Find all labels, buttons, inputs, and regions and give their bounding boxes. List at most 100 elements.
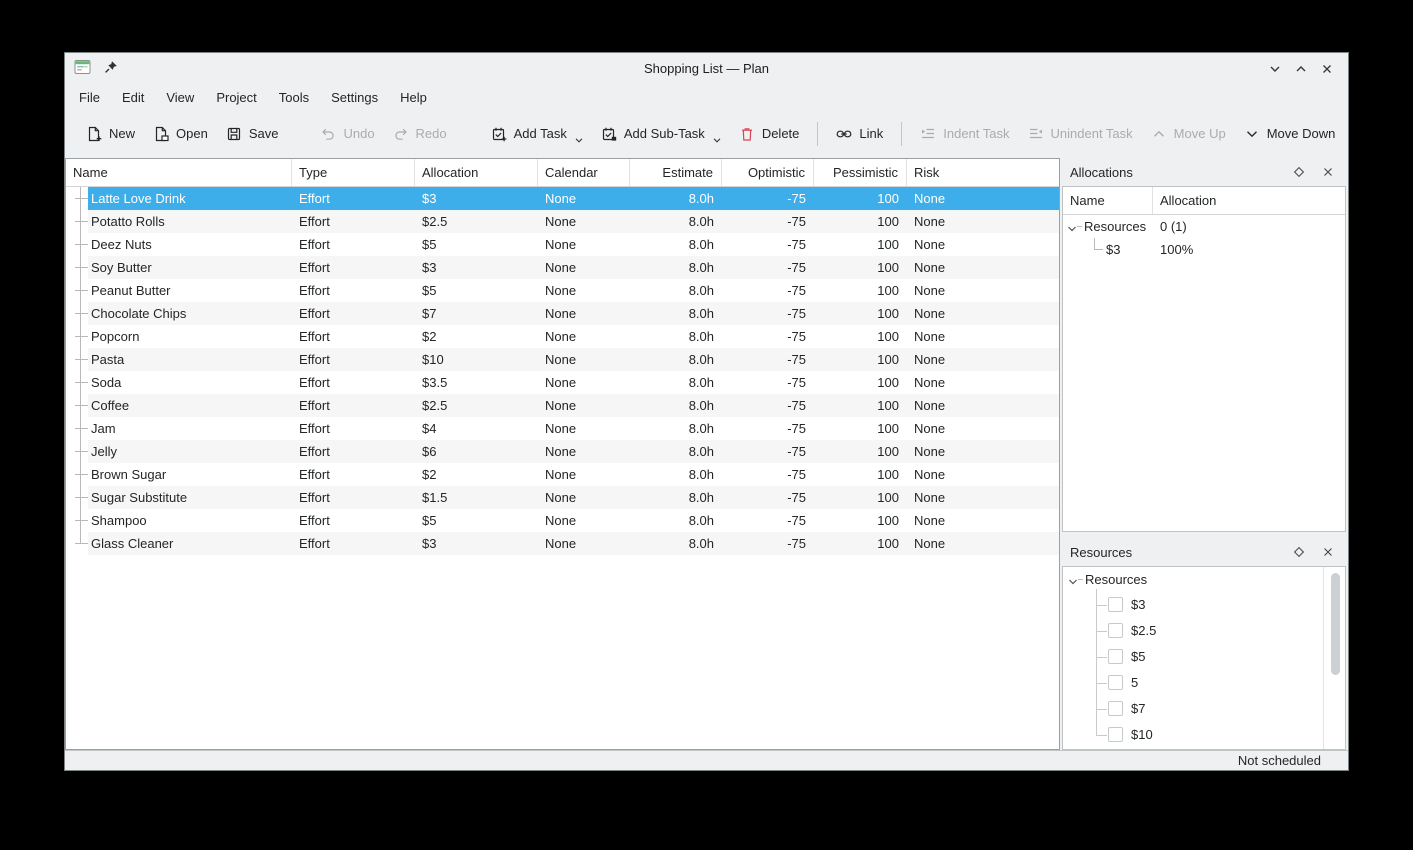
toolbar-button-add-task[interactable]: Add Task xyxy=(482,118,592,150)
task-row[interactable]: Deez NutsEffort$5None8.0h-75100None xyxy=(66,233,1059,256)
task-row[interactable]: Glass CleanerEffort$3None8.0h-75100None xyxy=(66,532,1059,555)
resources-root-row[interactable]: Resources xyxy=(1063,567,1345,592)
resource-item[interactable]: $10 xyxy=(1063,722,1345,748)
cell-name: Chocolate Chips xyxy=(66,302,292,325)
menu-help[interactable]: Help xyxy=(389,85,438,110)
menu-project[interactable]: Project xyxy=(205,85,267,110)
save-icon xyxy=(226,126,242,142)
resource-checkbox[interactable] xyxy=(1108,727,1123,742)
cell-type: Effort xyxy=(292,509,415,532)
menu-view[interactable]: View xyxy=(155,85,205,110)
statusbar: Not scheduled xyxy=(65,750,1348,770)
toolbar-button-link[interactable]: Link xyxy=(827,118,892,150)
toolbar-separator xyxy=(901,122,902,146)
task-row[interactable]: JamEffort$4None8.0h-75100None xyxy=(66,417,1059,440)
close-panel-button[interactable] xyxy=(1320,164,1336,180)
resource-checkbox[interactable] xyxy=(1108,623,1123,638)
column-header-calendar[interactable]: Calendar xyxy=(538,159,630,186)
column-header-type[interactable]: Type xyxy=(292,159,415,186)
move-down-icon xyxy=(1244,126,1260,142)
float-icon xyxy=(1293,166,1305,178)
cell-pessimistic: 100 xyxy=(814,371,907,394)
task-row[interactable]: SodaEffort$3.5None8.0h-75100None xyxy=(66,371,1059,394)
resource-item[interactable]: $2.5 xyxy=(1063,618,1345,644)
menu-settings[interactable]: Settings xyxy=(320,85,389,110)
allocations-column-allocation[interactable]: Allocation xyxy=(1153,187,1345,214)
toolbar-separator xyxy=(817,122,818,146)
task-row[interactable]: Brown SugarEffort$2None8.0h-75100None xyxy=(66,463,1059,486)
resource-checkbox[interactable] xyxy=(1108,701,1123,716)
scrollbar-track[interactable] xyxy=(1330,570,1341,746)
cell-pessimistic: 100 xyxy=(814,302,907,325)
titlebar: Shopping List — Plan xyxy=(65,53,1348,84)
toolbar-button-delete[interactable]: Delete xyxy=(730,118,809,150)
toolbar-button-move-down[interactable]: Move Down xyxy=(1235,118,1345,150)
task-row[interactable]: ShampooEffort$5None8.0h-75100None xyxy=(66,509,1059,532)
cell-estimate: 8.0h xyxy=(630,394,722,417)
chevron-down-icon[interactable] xyxy=(1067,222,1077,237)
cell-name: Jam xyxy=(66,417,292,440)
cell-optimistic: -75 xyxy=(722,440,814,463)
resource-checkbox[interactable] xyxy=(1108,675,1123,690)
close-panel-button[interactable] xyxy=(1320,544,1336,560)
task-row[interactable]: Latte Love DrinkEffort$3None8.0h-75100No… xyxy=(66,187,1059,210)
allocations-root-row[interactable]: Resources 0 (1) xyxy=(1063,215,1345,238)
cell-name: Deez Nuts xyxy=(66,233,292,256)
resource-item[interactable]: $3 xyxy=(1063,592,1345,618)
minimize-button[interactable] xyxy=(1266,60,1284,78)
float-panel-button[interactable] xyxy=(1291,164,1307,180)
scrollbar-thumb[interactable] xyxy=(1331,573,1340,675)
menu-file[interactable]: File xyxy=(68,85,111,110)
cell-type: Effort xyxy=(292,440,415,463)
resource-checkbox[interactable] xyxy=(1108,649,1123,664)
toolbar-button-new[interactable]: New xyxy=(77,118,144,150)
resource-item[interactable]: $7 xyxy=(1063,696,1345,722)
allocations-child-name: $3 xyxy=(1063,238,1153,261)
resource-item[interactable]: $5 xyxy=(1063,644,1345,670)
task-row[interactable]: Soy ButterEffort$3None8.0h-75100None xyxy=(66,256,1059,279)
task-row[interactable]: Peanut ButterEffort$5None8.0h-75100None xyxy=(66,279,1059,302)
task-row[interactable]: CoffeeEffort$2.5None8.0h-75100None xyxy=(66,394,1059,417)
cell-name: Jelly xyxy=(66,440,292,463)
cell-pessimistic: 100 xyxy=(814,233,907,256)
column-header-allocation[interactable]: Allocation xyxy=(415,159,538,186)
allocations-column-name[interactable]: Name xyxy=(1063,187,1153,214)
cell-name: Coffee xyxy=(66,394,292,417)
menu-tools[interactable]: Tools xyxy=(268,85,320,110)
toolbar-button-open[interactable]: Open xyxy=(144,118,217,150)
cell-pessimistic: 100 xyxy=(814,325,907,348)
column-header-pessimistic[interactable]: Pessimistic xyxy=(814,159,907,186)
allocations-child-row[interactable]: $3 100% xyxy=(1063,238,1345,261)
column-header-optimistic[interactable]: Optimistic xyxy=(722,159,814,186)
resource-item[interactable]: 5 xyxy=(1063,670,1345,696)
pin-icon[interactable] xyxy=(104,60,118,77)
task-table-body: Latte Love DrinkEffort$3None8.0h-75100No… xyxy=(66,187,1059,749)
cell-calendar: None xyxy=(538,463,630,486)
task-row[interactable]: PopcornEffort$2None8.0h-75100None xyxy=(66,325,1059,348)
cell-name: Popcorn xyxy=(66,325,292,348)
column-header-risk[interactable]: Risk xyxy=(907,159,1059,186)
cell-optimistic: -75 xyxy=(722,486,814,509)
task-row[interactable]: JellyEffort$6None8.0h-75100None xyxy=(66,440,1059,463)
task-row[interactable]: Potatto RollsEffort$2.5None8.0h-75100Non… xyxy=(66,210,1059,233)
cell-allocation: $2 xyxy=(415,463,538,486)
app-icon[interactable] xyxy=(74,59,91,78)
resource-checkbox[interactable] xyxy=(1108,597,1123,612)
chevron-down-icon[interactable] xyxy=(1068,575,1078,590)
column-header-name[interactable]: Name xyxy=(66,159,292,186)
move-up-icon xyxy=(1151,126,1167,142)
toolbar-button-save[interactable]: Save xyxy=(217,118,288,150)
task-row[interactable]: PastaEffort$10None8.0h-75100None xyxy=(66,348,1059,371)
toolbar-button-label: Open xyxy=(176,126,208,141)
menu-edit[interactable]: Edit xyxy=(111,85,155,110)
close-button[interactable] xyxy=(1318,60,1336,78)
task-row[interactable]: Chocolate ChipsEffort$7None8.0h-75100Non… xyxy=(66,302,1059,325)
cell-optimistic: -75 xyxy=(722,463,814,486)
column-header-estimate[interactable]: Estimate xyxy=(630,159,722,186)
maximize-button[interactable] xyxy=(1292,60,1310,78)
toolbar-button-add-sub-task[interactable]: Add Sub-Task xyxy=(592,118,730,150)
resource-label: $2.5 xyxy=(1131,618,1156,644)
float-panel-button[interactable] xyxy=(1291,544,1307,560)
cell-calendar: None xyxy=(538,325,630,348)
task-row[interactable]: Sugar SubstituteEffort$1.5None8.0h-75100… xyxy=(66,486,1059,509)
